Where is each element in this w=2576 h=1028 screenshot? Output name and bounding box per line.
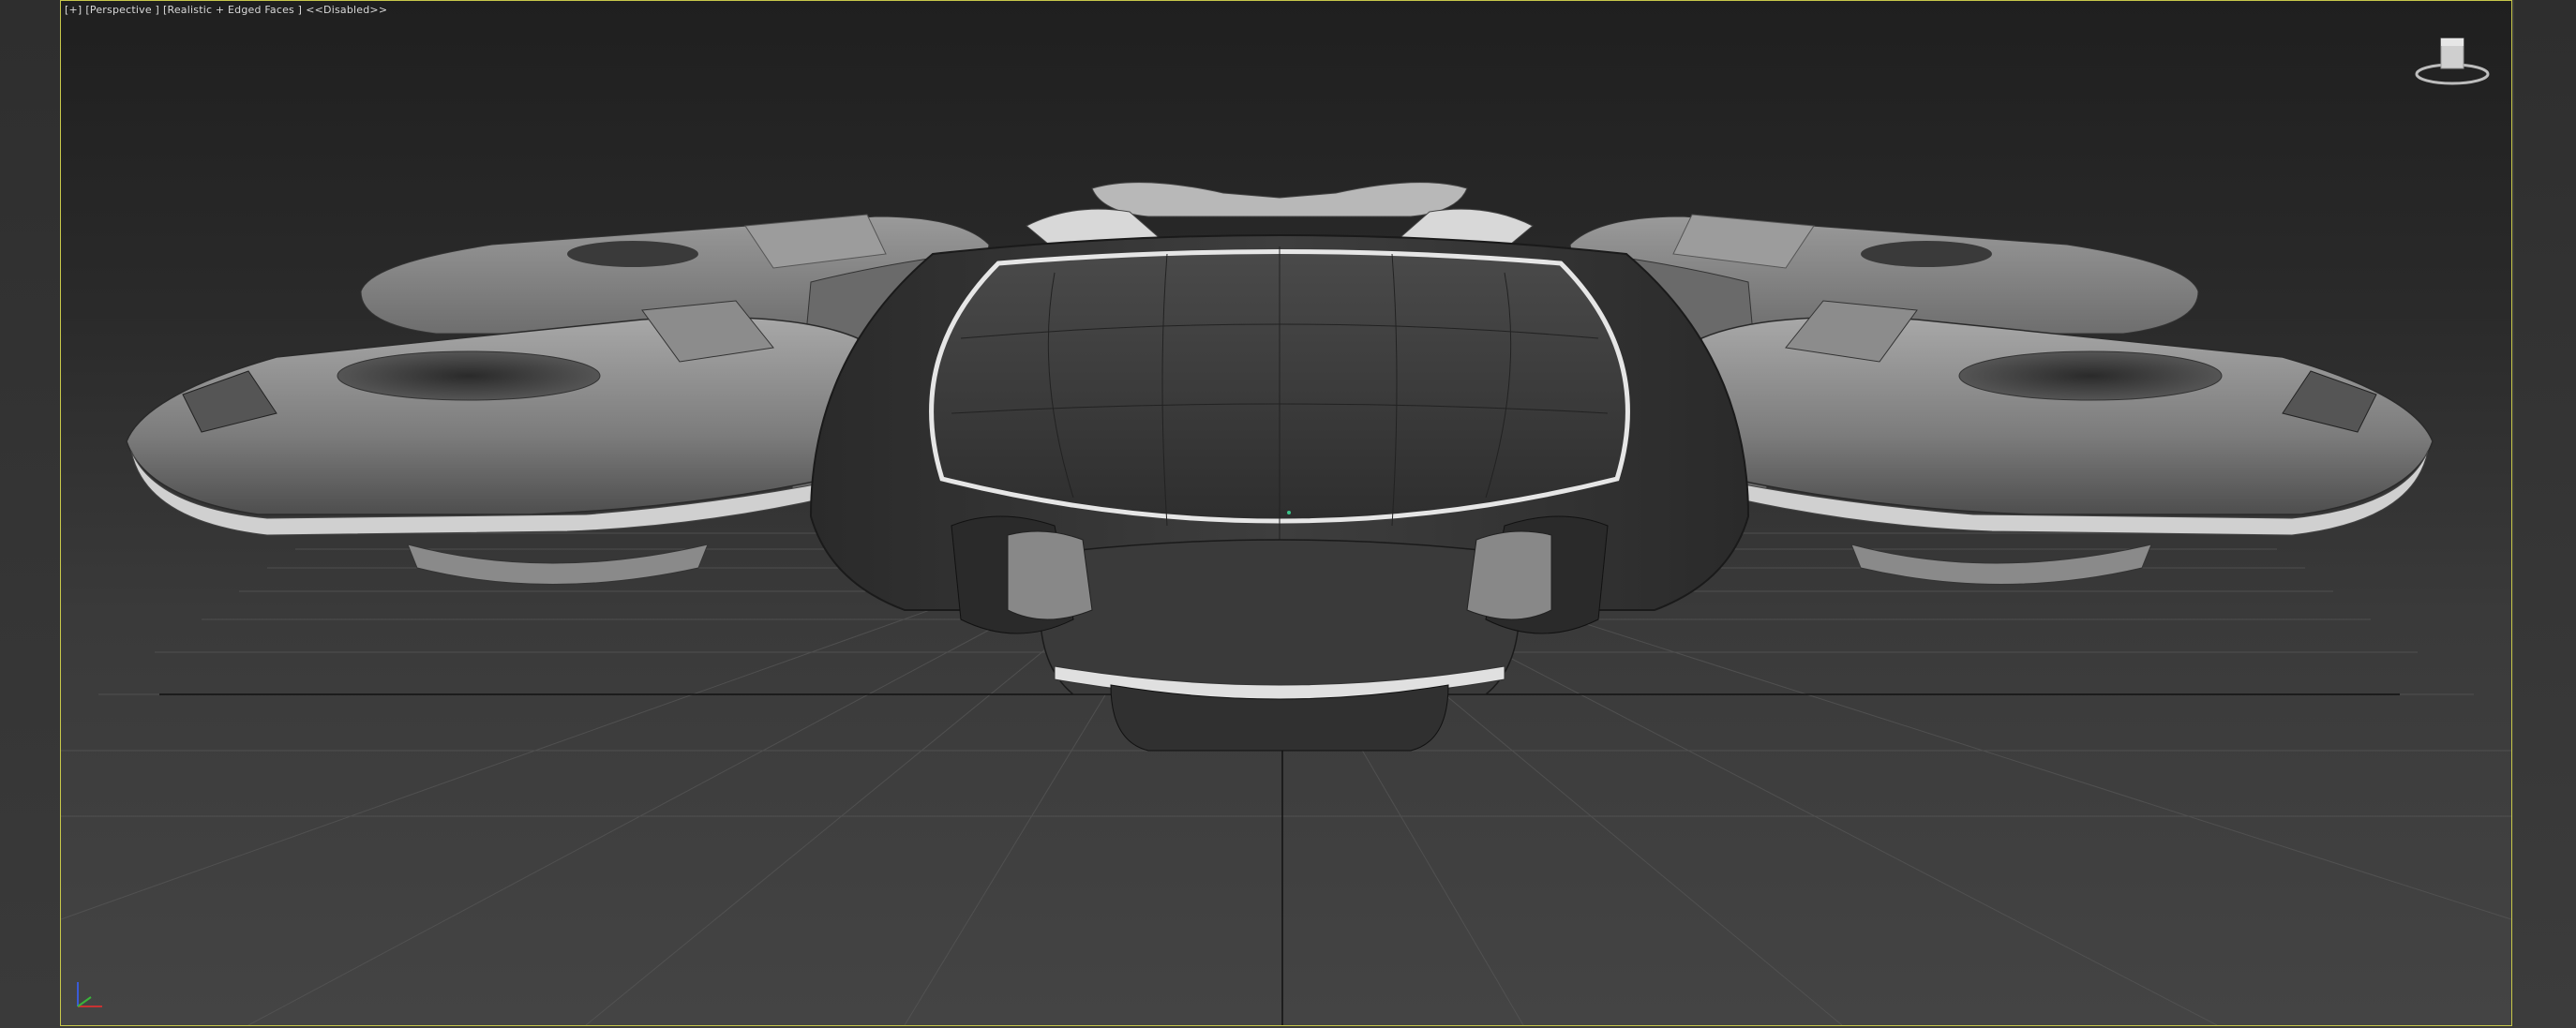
cockpit-body (809, 234, 1750, 752)
scene-render[interactable] (61, 1, 2511, 1025)
left-panel-strip (0, 0, 60, 1028)
perspective-viewport[interactable]: [+] [Perspective ] [Realistic + Edged Face… (60, 0, 2512, 1026)
axis-tripod-icon (77, 982, 102, 1007)
3d-viewport-app: [+] [Perspective ] [Realistic + Edged Face… (0, 0, 2576, 1028)
right-panel-strip (2514, 0, 2576, 1028)
front-left-pod (126, 300, 868, 585)
viewcube-icon[interactable] (2410, 29, 2494, 95)
front-right-pod (1691, 300, 2434, 585)
pivot-marker (1287, 511, 1291, 514)
